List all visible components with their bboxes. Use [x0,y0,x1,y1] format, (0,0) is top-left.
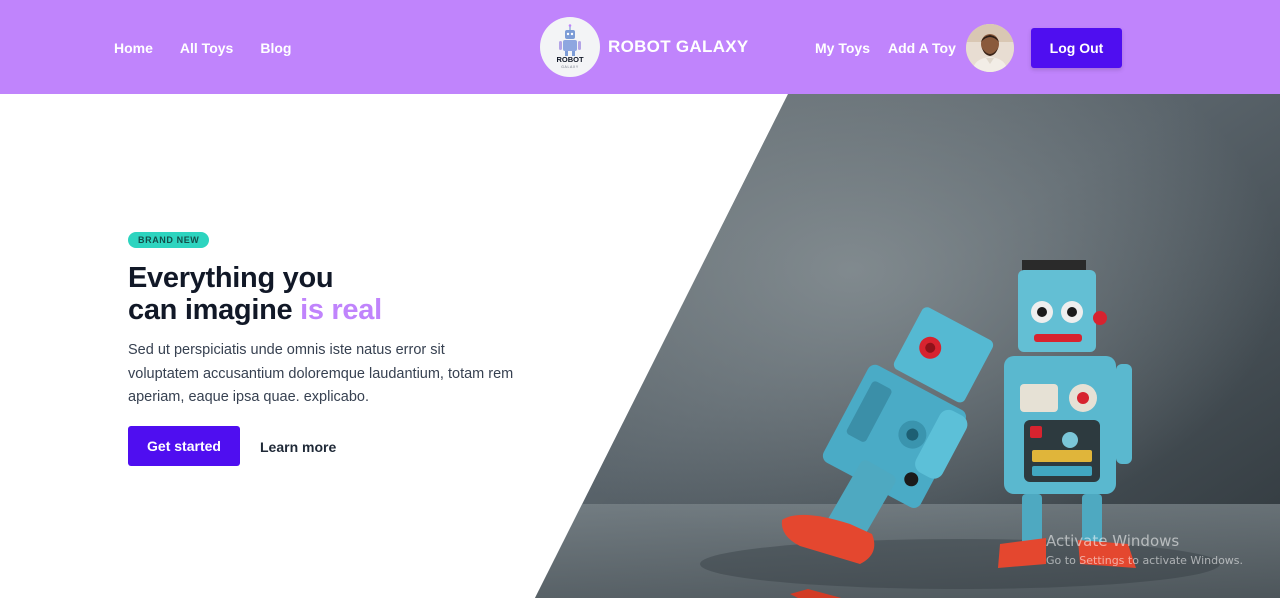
logo-text: ROBOT [556,55,584,64]
user-nav: My Toys Add A Toy [815,40,956,56]
headline-accent: is real [300,294,382,326]
hero-description: Sed ut perspiciatis unde omnis iste natu… [128,342,514,405]
primary-nav: Home All Toys Blog [114,40,291,56]
hero-headline: Everything you can imagine is real [128,262,382,326]
nav-link-add-a-toy[interactable]: Add A Toy [888,40,956,56]
brand-new-badge: BRAND NEW [128,232,210,248]
brand-name[interactable]: ROBOT GALAXY [608,37,749,57]
nav-link-home[interactable]: Home [114,40,153,56]
activate-windows-watermark: Activate Windows Go to Settings to activ… [1046,532,1243,568]
nav-link-all-toys[interactable]: All Toys [180,40,233,56]
logo-subtext: GALAXY [561,65,579,69]
headline-line-1: Everything you [128,262,334,294]
robot-logo-icon: ROBOT GALAXY [540,17,600,77]
navbar: Home All Toys Blog ROBOT GALAXY ROBOT GA… [0,0,1280,94]
watermark-title: Activate Windows [1046,532,1180,550]
learn-more-link[interactable]: Learn more [260,439,336,455]
brand[interactable]: ROBOT GALAXY ROBOT GALAXY [540,17,749,77]
nav-link-blog[interactable]: Blog [260,40,291,56]
get-started-button[interactable]: Get started [128,426,240,466]
user-avatar[interactable] [966,24,1014,72]
watermark-subtitle: Go to Settings to activate Windows. [1046,554,1244,567]
headline-line-2: can imagine [128,294,301,326]
logout-button[interactable]: Log Out [1031,28,1122,68]
nav-link-my-toys[interactable]: My Toys [815,40,870,56]
